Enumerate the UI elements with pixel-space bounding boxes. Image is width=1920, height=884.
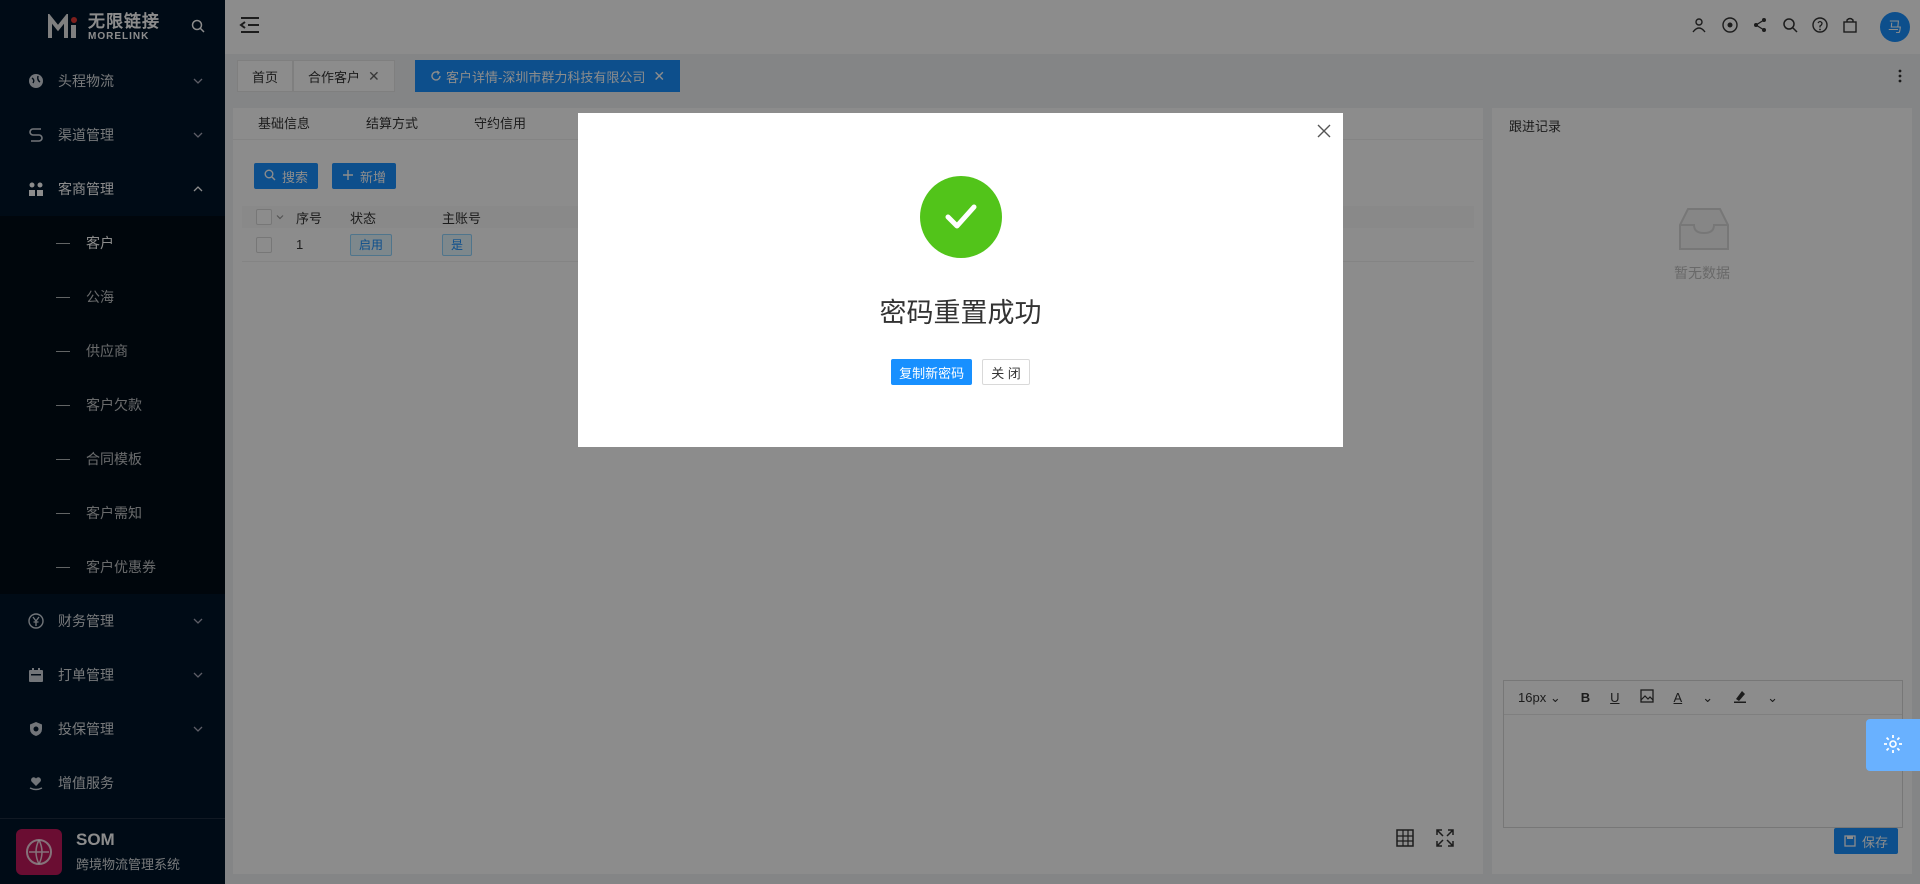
success-check-icon bbox=[920, 176, 1002, 258]
close-icon[interactable] bbox=[1315, 122, 1333, 140]
gear-icon bbox=[1883, 734, 1903, 757]
copy-new-password-button[interactable]: 复制新密码 bbox=[891, 359, 973, 385]
close-button[interactable]: 关 闭 bbox=[982, 359, 1030, 385]
settings-gear-button[interactable] bbox=[1866, 719, 1920, 771]
dialog-title: 密码重置成功 bbox=[879, 298, 1042, 328]
password-reset-dialog: 密码重置成功 复制新密码 关 闭 bbox=[578, 113, 1343, 447]
